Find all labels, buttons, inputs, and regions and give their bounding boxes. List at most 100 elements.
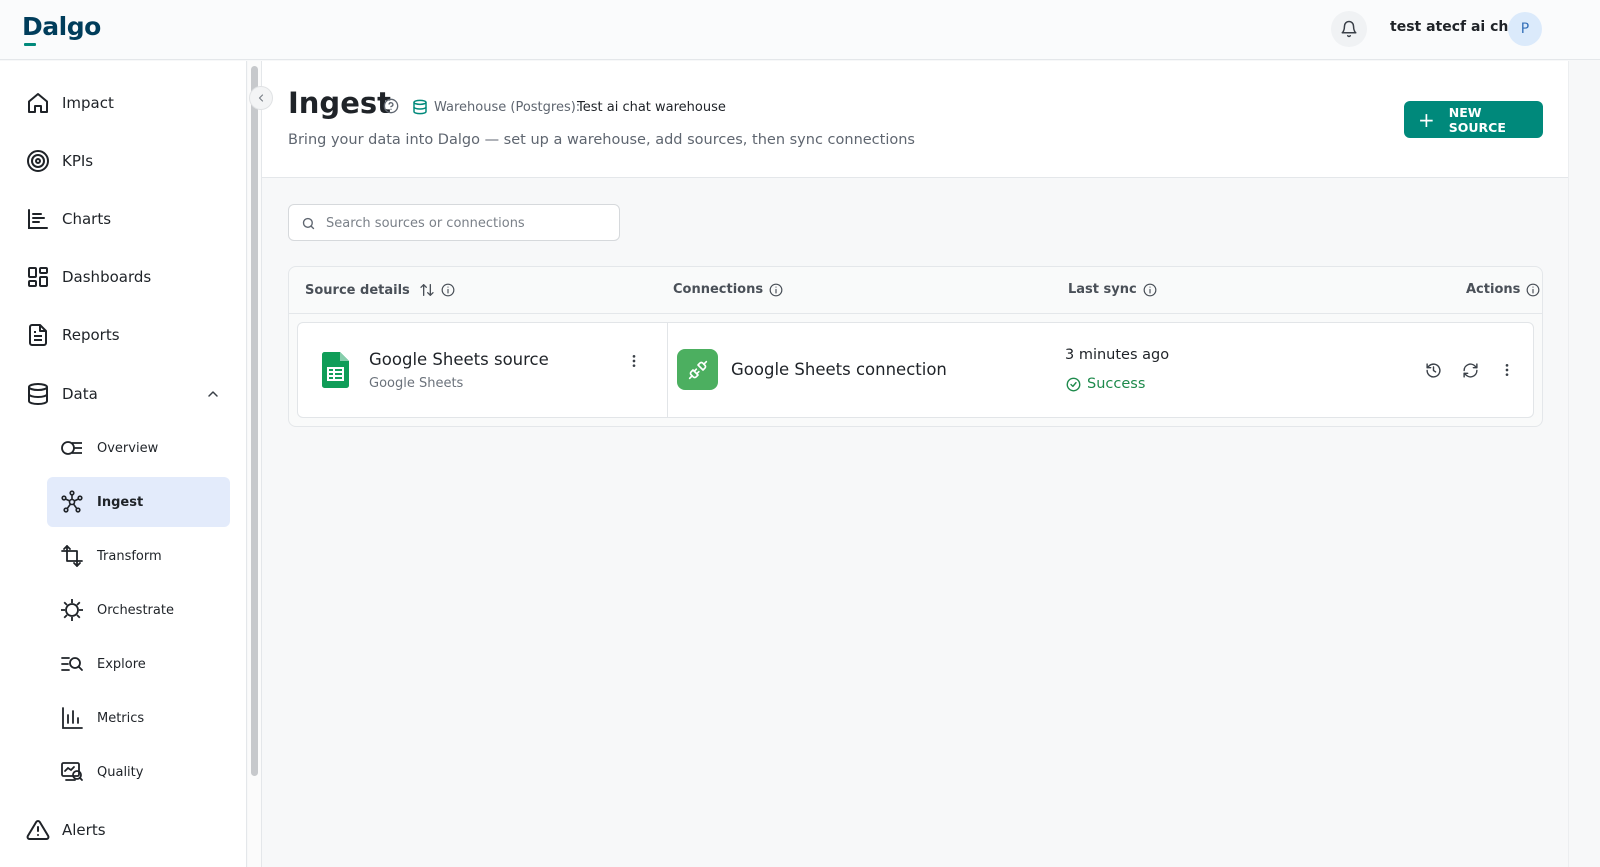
status-badge: Success bbox=[1066, 376, 1145, 392]
sidebar-item-label: Charts bbox=[62, 210, 112, 228]
document-icon bbox=[29, 324, 47, 346]
table-header-divider bbox=[289, 313, 1542, 314]
sidebar-item-transform[interactable]: Transform bbox=[47, 531, 230, 581]
bell-icon bbox=[1341, 20, 1357, 38]
sidebar-scrollbar-thumb[interactable] bbox=[251, 66, 258, 776]
quality-monitor-icon bbox=[61, 762, 83, 781]
last-sync-time: 3 minutes ago bbox=[1065, 347, 1170, 363]
overview-icon bbox=[61, 441, 82, 455]
more-vert-icon[interactable] bbox=[626, 353, 642, 369]
info-icon[interactable] bbox=[1143, 283, 1157, 297]
page-subtitle: Bring your data into Dalgo — set up a wa… bbox=[288, 132, 915, 148]
column-header-label: Connections bbox=[673, 282, 764, 297]
collapse-sidebar-button[interactable] bbox=[249, 86, 273, 110]
database-icon bbox=[28, 383, 48, 406]
sidebar-item-explore[interactable]: Explore bbox=[47, 639, 230, 689]
orchestrate-gear-icon bbox=[61, 599, 83, 621]
sidebar-item-label: Data bbox=[62, 385, 98, 403]
info-icon[interactable] bbox=[1526, 283, 1540, 297]
sidebar-item-orchestrate[interactable]: Orchestrate bbox=[47, 585, 230, 635]
sidebar-item-label: Impact bbox=[62, 94, 114, 112]
status-text: Success bbox=[1087, 376, 1146, 392]
top-bar: Dalgo test atecf ai chat P bbox=[0, 0, 1600, 60]
sidebar-item-label: Overview bbox=[97, 440, 159, 456]
new-source-label: NEW SOURCE bbox=[1448, 104, 1506, 135]
source-name[interactable]: Google Sheets source bbox=[369, 350, 549, 369]
sidebar-item-data[interactable]: Data bbox=[26, 379, 98, 409]
sidebar-item-reports[interactable]: Reports bbox=[26, 320, 120, 350]
connection-name[interactable]: Google Sheets connection bbox=[731, 360, 947, 379]
logo-text: Dalgo bbox=[22, 12, 101, 41]
column-header-label: Source details bbox=[305, 282, 410, 298]
column-header-last-sync: Last sync bbox=[1068, 282, 1157, 297]
explore-search-icon bbox=[61, 657, 83, 671]
sidebar-item-label: KPIs bbox=[62, 152, 94, 170]
sidebar-item-label: Ingest bbox=[97, 494, 144, 510]
more-vert-icon bbox=[1505, 364, 1509, 376]
transform-arrows-icon bbox=[61, 545, 83, 567]
search-icon bbox=[302, 217, 315, 230]
bar-chart-icon bbox=[28, 209, 48, 229]
column-header-source-details[interactable]: Source details bbox=[305, 282, 455, 298]
row-divider bbox=[667, 323, 668, 417]
info-icon[interactable] bbox=[441, 283, 455, 297]
user-name[interactable]: test atecf ai chat bbox=[1390, 19, 1525, 35]
google-sheets-icon bbox=[322, 352, 349, 388]
target-icon bbox=[27, 150, 49, 172]
history-icon bbox=[1425, 362, 1441, 378]
sidebar-item-charts[interactable]: Charts bbox=[26, 204, 111, 234]
sidebar-item-label: Reports bbox=[62, 326, 120, 344]
sidebar-item-label: Explore bbox=[97, 656, 146, 672]
source-type: Google Sheets bbox=[369, 376, 464, 391]
sidebar-item-label: Dashboards bbox=[62, 268, 152, 286]
dalgo-logo[interactable]: Dalgo bbox=[22, 12, 101, 46]
ingest-network-icon bbox=[61, 490, 83, 513]
sidebar-item-label: Alerts bbox=[62, 821, 106, 839]
alert-triangle-icon bbox=[26, 819, 50, 840]
plus-icon: + bbox=[1418, 107, 1435, 132]
refresh-icon bbox=[1462, 362, 1478, 378]
column-header-actions: Actions bbox=[1466, 282, 1540, 297]
search-input[interactable] bbox=[326, 213, 606, 233]
help-icon[interactable] bbox=[383, 98, 399, 114]
sidebar-item-label: Metrics bbox=[97, 710, 145, 726]
page-header bbox=[262, 61, 1568, 178]
sidebar-item-label: Orchestrate bbox=[97, 602, 174, 618]
database-icon bbox=[413, 99, 427, 115]
sidebar-item-impact[interactable]: Impact bbox=[26, 88, 114, 118]
avatar[interactable]: P bbox=[1508, 12, 1542, 46]
chevron-up-icon[interactable] bbox=[205, 386, 221, 402]
metrics-bars-icon bbox=[62, 707, 83, 729]
sidebar-item-kpis[interactable]: KPIs bbox=[26, 146, 93, 176]
sidebar-item-label: Transform bbox=[97, 548, 162, 564]
info-icon[interactable] bbox=[769, 283, 783, 297]
sidebar-item-dashboards[interactable]: Dashboards bbox=[26, 262, 151, 292]
connection-icon bbox=[677, 349, 718, 390]
sync-now-button[interactable] bbox=[1460, 360, 1480, 380]
column-header-label: Actions bbox=[1466, 282, 1521, 297]
sort-icon[interactable] bbox=[419, 282, 435, 298]
column-header-label: Last sync bbox=[1068, 282, 1137, 297]
check-circle-icon bbox=[1066, 377, 1081, 391]
sidebar-item-alerts[interactable]: Alerts bbox=[26, 815, 106, 845]
sidebar-item-label: Quality bbox=[97, 764, 144, 780]
sidebar-item-metrics[interactable]: Metrics bbox=[47, 693, 230, 743]
new-source-button[interactable]: + NEW SOURCE bbox=[1404, 101, 1543, 138]
plug-icon bbox=[688, 360, 707, 379]
page-title: Ingest bbox=[288, 86, 391, 120]
connection-more-button[interactable] bbox=[1497, 360, 1517, 380]
warehouse-label: Warehouse (Postgres): bbox=[434, 100, 581, 115]
dashboard-grid-icon bbox=[28, 267, 48, 287]
warehouse-name: Test ai chat warehouse bbox=[577, 100, 726, 115]
home-icon bbox=[28, 93, 48, 113]
column-header-connections: Connections bbox=[673, 282, 783, 297]
sidebar-item-quality[interactable]: Quality bbox=[47, 747, 230, 797]
search-box[interactable] bbox=[288, 204, 620, 241]
sidebar-item-overview[interactable]: Overview bbox=[47, 423, 230, 473]
page-scrollbar[interactable] bbox=[1568, 61, 1600, 867]
sidebar-item-ingest[interactable]: Ingest bbox=[47, 477, 230, 527]
chevron-left-icon bbox=[258, 94, 264, 102]
main-content bbox=[262, 61, 1568, 867]
notifications-button[interactable] bbox=[1331, 11, 1367, 47]
sync-history-button[interactable] bbox=[1423, 360, 1443, 380]
